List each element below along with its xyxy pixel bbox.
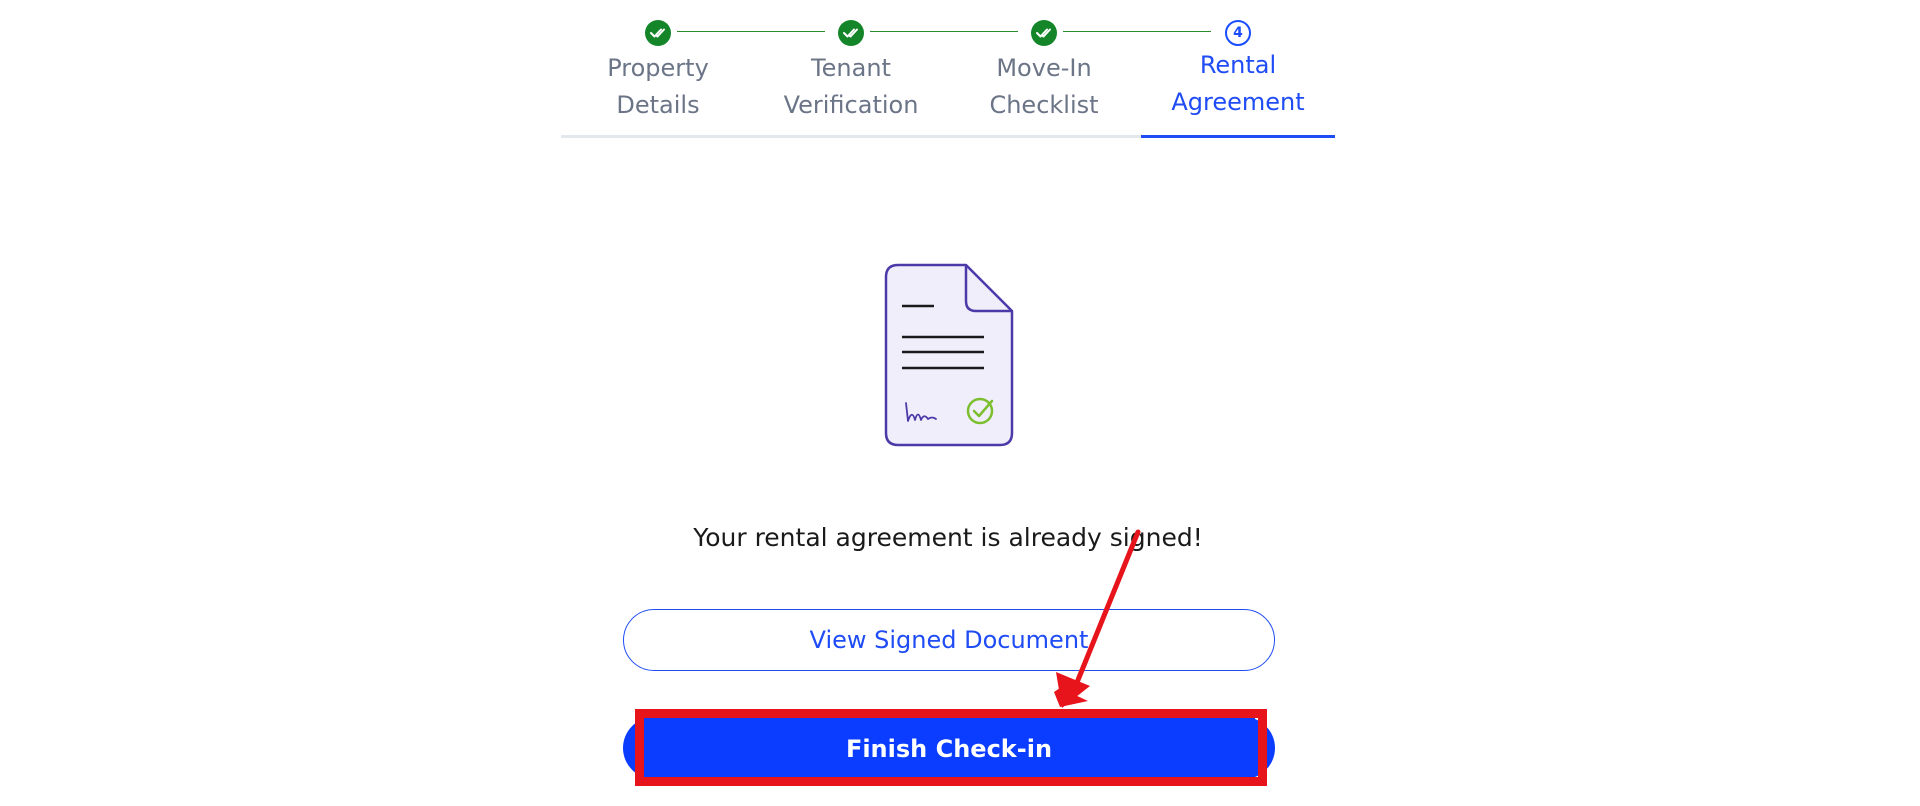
step-label: Move-In Checklist xyxy=(947,50,1141,124)
step-label-line: Verification xyxy=(783,91,919,119)
finish-checkin-button[interactable]: Finish Check-in xyxy=(643,718,1255,778)
signed-document-icon xyxy=(884,263,1016,447)
step-number-badge: 4 xyxy=(1225,20,1251,46)
step-label-line: Details xyxy=(616,91,700,119)
step-label-line: Rental xyxy=(1199,51,1277,79)
step-tenant-verification[interactable]: Tenant Verification xyxy=(754,18,948,138)
step-property-details[interactable]: Property Details xyxy=(561,18,755,138)
signed-status-message: Your rental agreement is already signed! xyxy=(693,523,1203,552)
double-check-icon xyxy=(1031,20,1057,46)
double-check-icon xyxy=(838,20,864,46)
step-label: Tenant Verification xyxy=(754,50,948,124)
step-label-line: Checklist xyxy=(989,91,1099,119)
step-label-line: Property xyxy=(607,54,709,82)
step-label: Property Details xyxy=(561,50,755,124)
view-signed-document-button[interactable]: View Signed Document xyxy=(623,609,1275,671)
step-move-in-checklist[interactable]: Move-In Checklist xyxy=(947,18,1141,138)
step-label: Rental Agreement xyxy=(1141,47,1335,121)
progress-stepper: Property Details Tenant Verification Mov… xyxy=(561,0,1335,138)
step-label-line: Agreement xyxy=(1171,88,1305,116)
step-label-line: Move-In xyxy=(996,54,1092,82)
step-label-line: Tenant xyxy=(811,54,891,82)
double-check-icon xyxy=(645,20,671,46)
active-step-indicator xyxy=(1141,135,1335,138)
checkin-page: Property Details Tenant Verification Mov… xyxy=(0,0,1920,806)
step-rental-agreement[interactable]: 4 Rental Agreement xyxy=(1141,18,1335,138)
